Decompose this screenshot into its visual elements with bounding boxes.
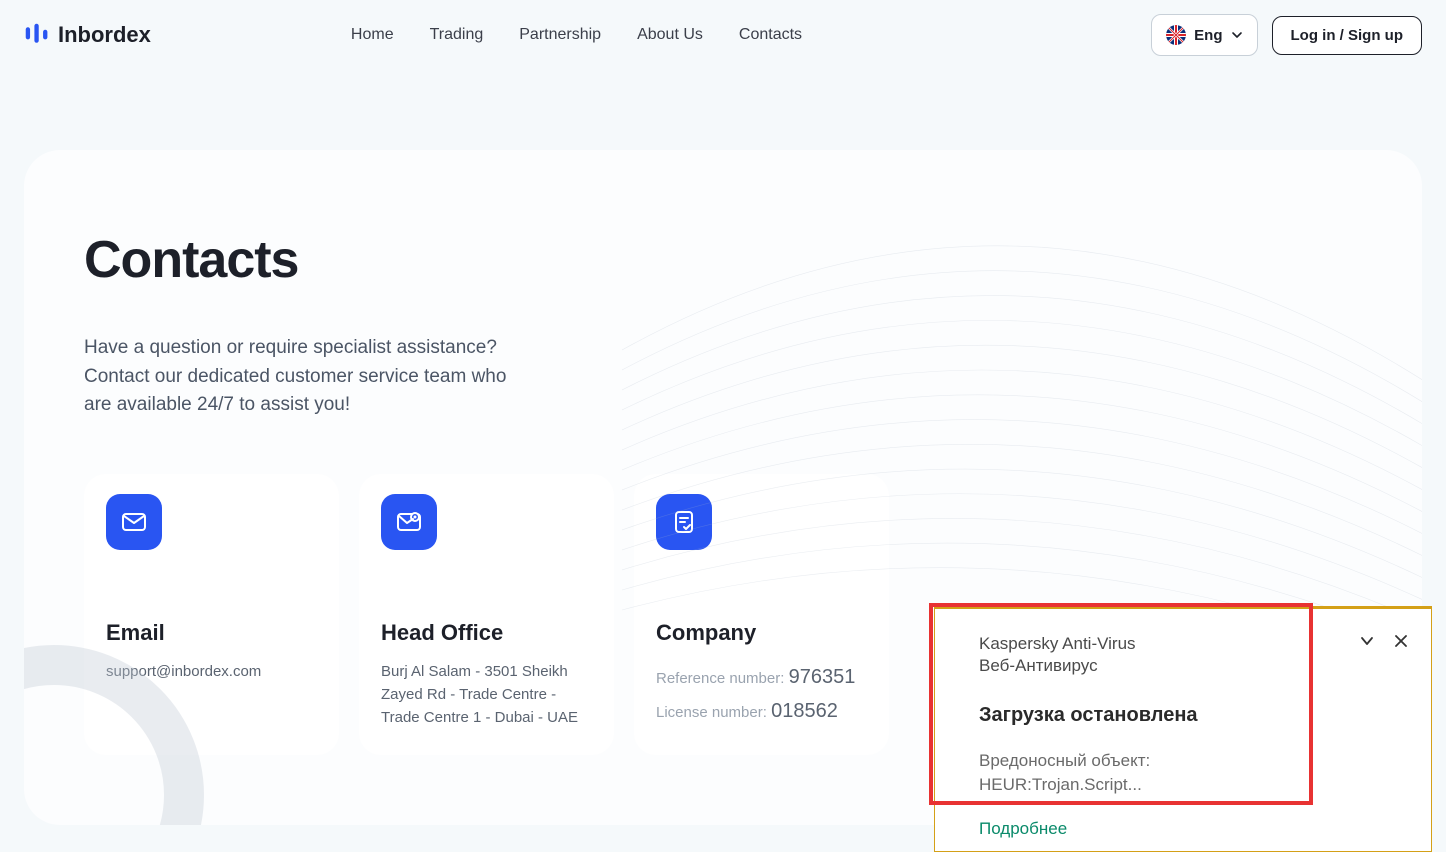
nav-partnership[interactable]: Partnership <box>519 26 601 44</box>
uk-flag-icon <box>1166 25 1186 45</box>
license-value: 018562 <box>771 700 838 722</box>
logo-icon <box>24 22 50 48</box>
chevron-down-icon <box>1359 633 1375 649</box>
license-label: License number: <box>656 704 767 721</box>
av-product-name: Kaspersky Anti-Virus <box>979 633 1405 656</box>
email-icon-box <box>106 494 162 550</box>
language-selector[interactable]: Eng <box>1151 14 1257 56</box>
office-address: Burj Al Salam - 3501 Sheikh Zayed Rd - T… <box>381 660 592 730</box>
page-title: Contacts <box>84 230 1362 290</box>
av-alert-title: Загрузка остановлена <box>979 704 1405 727</box>
brand-name: Inbordex <box>58 22 151 48</box>
login-signup-button[interactable]: Log in / Sign up <box>1272 16 1422 55</box>
email-card-title: Email <box>106 620 317 646</box>
site-header: Inbordex Home Trading Partnership About … <box>0 0 1446 70</box>
av-details-link[interactable]: Подробнее <box>979 819 1405 839</box>
office-card: Head Office Burj Al Salam - 3501 Sheikh … <box>359 474 614 756</box>
header-actions: Eng Log in / Sign up <box>1151 14 1422 56</box>
av-body-line2: HEUR:Trojan.Script... <box>979 773 1405 797</box>
company-card: Company Reference number: 976351 License… <box>634 474 889 756</box>
nav-trading[interactable]: Trading <box>430 26 484 44</box>
office-icon-box <box>381 494 437 550</box>
close-button[interactable] <box>1393 633 1409 654</box>
chevron-down-icon <box>1231 29 1243 41</box>
page-description: Have a question or require specialist as… <box>84 334 524 420</box>
antivirus-popup: Kaspersky Anti-Virus Веб-Антивирус Загру… <box>934 606 1432 852</box>
map-pin-icon <box>395 508 423 536</box>
reference-label: Reference number: <box>656 670 784 687</box>
av-alert-body: Вредоносный объект: HEUR:Trojan.Script..… <box>979 749 1405 797</box>
email-value: support@inbordex.com <box>106 660 317 683</box>
popup-controls <box>1359 633 1409 654</box>
close-icon <box>1393 633 1409 649</box>
office-card-title: Head Office <box>381 620 592 646</box>
mail-icon <box>120 508 148 536</box>
nav-about[interactable]: About Us <box>637 26 703 44</box>
main-nav: Home Trading Partnership About Us Contac… <box>351 26 802 44</box>
av-module-name: Веб-Антивирус <box>979 655 1405 678</box>
reference-value: 976351 <box>789 666 856 688</box>
nav-contacts[interactable]: Contacts <box>739 26 802 44</box>
nav-home[interactable]: Home <box>351 26 394 44</box>
company-icon-box <box>656 494 712 550</box>
minimize-button[interactable] <box>1359 633 1375 654</box>
brand-logo[interactable]: Inbordex <box>24 22 151 48</box>
company-card-title: Company <box>656 620 867 646</box>
email-card: Email support@inbordex.com <box>84 474 339 756</box>
av-body-line1: Вредоносный объект: <box>979 749 1405 773</box>
license-line: License number: 018562 <box>656 694 867 728</box>
language-label: Eng <box>1194 27 1222 44</box>
reference-line: Reference number: 976351 <box>656 660 867 694</box>
document-check-icon <box>670 508 698 536</box>
